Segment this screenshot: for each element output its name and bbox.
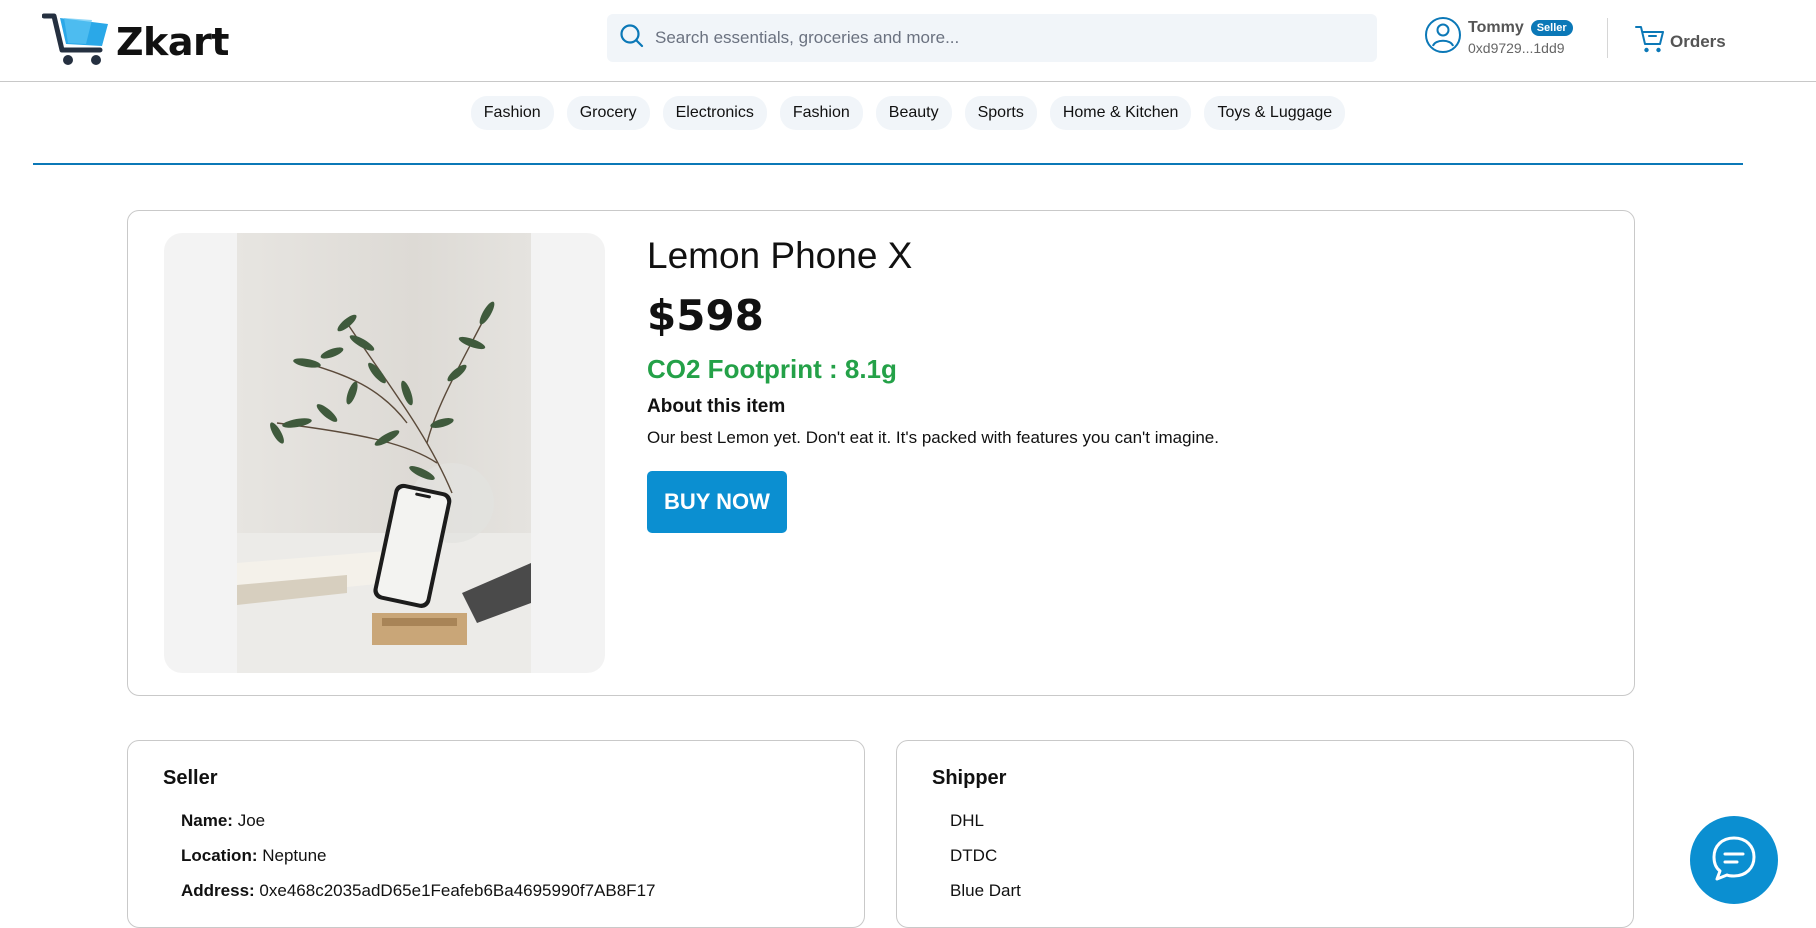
shipper-heading: Shipper: [932, 767, 1007, 789]
role-badge: Seller: [1530, 20, 1573, 36]
wallet-address: 0xd9729...1dd9: [1468, 40, 1565, 56]
product-title: Lemon Phone X: [647, 235, 913, 276]
seller-location-value: Neptune: [262, 846, 327, 865]
category-electronics[interactable]: Electronics: [662, 96, 767, 130]
co2-footprint: CO2 Footprint : 8.1g: [647, 354, 897, 384]
chat-button[interactable]: [1690, 816, 1778, 904]
shipper-option-blue-dart[interactable]: Blue Dart: [950, 881, 1021, 916]
user-name: Tommy: [1468, 19, 1524, 36]
category-fashion-2[interactable]: Fashion: [779, 96, 863, 130]
product-price: $598: [647, 291, 764, 340]
product-card: Lemon Phone X $598 CO2 Footprint : 8.1g …: [127, 210, 1635, 696]
seller-details: Name: Joe Location: Neptune Address: 0xe…: [181, 811, 655, 916]
category-home-kitchen[interactable]: Home & Kitchen: [1049, 96, 1192, 130]
search-bar[interactable]: [607, 14, 1377, 62]
about-heading: About this item: [647, 396, 786, 417]
about-text: Our best Lemon yet. Don't eat it. It's p…: [647, 428, 1219, 447]
shipper-option-dtdc[interactable]: DTDC: [950, 846, 1021, 881]
orders-label: Orders: [1670, 31, 1726, 51]
seller-heading: Seller: [163, 767, 218, 789]
search-icon: [619, 23, 645, 54]
user-icon: [1424, 16, 1462, 59]
nav-divider: [33, 163, 1743, 165]
category-nav: Fashion Grocery Electronics Fashion Beau…: [0, 96, 1816, 130]
shopping-cart-icon: [41, 10, 114, 73]
category-sports[interactable]: Sports: [964, 96, 1037, 130]
seller-address-value: 0xe468c2035adD65e1Feafeb6Ba4695990f7AB8F…: [259, 881, 656, 900]
category-fashion[interactable]: Fashion: [470, 96, 554, 130]
logo-text: Zkart: [116, 19, 229, 64]
header-divider: [1607, 18, 1608, 58]
product-image-frame: [164, 233, 605, 673]
seller-location-row: Location: Neptune: [181, 846, 655, 881]
category-grocery[interactable]: Grocery: [566, 96, 650, 130]
buy-now-button[interactable]: BUY NOW: [647, 471, 787, 533]
product-info: Lemon Phone X $598 CO2 Footprint : 8.1g …: [647, 235, 1219, 533]
shipper-list: DHL DTDC Blue Dart: [950, 811, 1021, 916]
logo[interactable]: Zkart: [41, 10, 229, 73]
user-info: Tommy Seller 0xd9729...1dd9: [1468, 19, 1573, 56]
header: Zkart Tommy Seller 0xd9729...1dd9: [0, 0, 1816, 82]
seller-location-label: Location:: [181, 846, 258, 865]
seller-name-row: Name: Joe: [181, 811, 655, 846]
cart-icon: [1634, 24, 1666, 59]
chat-bubble-icon: [1709, 833, 1759, 888]
user-profile[interactable]: Tommy Seller 0xd9729...1dd9: [1424, 16, 1573, 59]
seller-name-label: Name:: [181, 811, 233, 830]
search-input[interactable]: [655, 28, 1355, 48]
category-beauty[interactable]: Beauty: [875, 96, 952, 130]
orders-button[interactable]: Orders: [1630, 24, 1726, 59]
shipper-card: Shipper DHL DTDC Blue Dart: [896, 740, 1634, 928]
product-image: [237, 233, 531, 673]
shipper-option-dhl[interactable]: DHL: [950, 811, 1021, 846]
seller-name-value: Joe: [237, 811, 266, 830]
category-toys-luggage[interactable]: Toys & Luggage: [1204, 96, 1346, 130]
seller-address-label: Address:: [181, 881, 255, 900]
seller-address-row: Address: 0xe468c2035adD65e1Feafeb6Ba4695…: [181, 881, 655, 916]
seller-card: Seller Name: Joe Location: Neptune Addre…: [127, 740, 865, 928]
